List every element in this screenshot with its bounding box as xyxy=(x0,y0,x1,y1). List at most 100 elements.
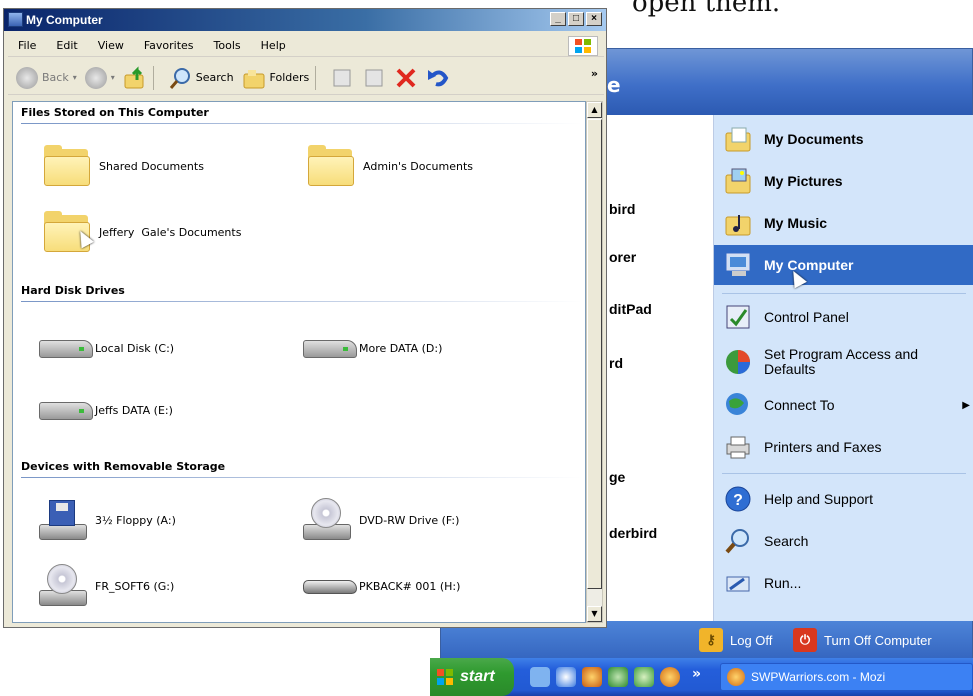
forward-button[interactable]: ▾ xyxy=(84,66,115,89)
folder-admins-documents[interactable]: Admin's Documents xyxy=(305,144,473,188)
my-music-icon xyxy=(724,209,752,237)
scroll-down-button[interactable]: ▼ xyxy=(587,606,602,622)
menu-edit[interactable]: Edit xyxy=(46,39,87,52)
vertical-scrollbar[interactable]: ▲ ▼ xyxy=(586,101,603,623)
window-title-bar[interactable]: My Computer _ □ × xyxy=(4,9,606,31)
folders-button[interactable]: Folders xyxy=(242,66,309,90)
scroll-thumb[interactable] xyxy=(587,119,602,589)
start-item-my-pictures[interactable]: My Pictures xyxy=(714,161,973,201)
delete-button[interactable] xyxy=(394,66,418,90)
key-icon: ⚷ xyxy=(699,628,723,652)
log-off-button[interactable]: ⚷ Log Off xyxy=(699,626,772,654)
maximize-button[interactable]: □ xyxy=(568,12,584,26)
submenu-arrow-icon: ▶ xyxy=(962,399,970,411)
svg-text:?: ? xyxy=(733,492,743,509)
search-button[interactable]: Search xyxy=(168,66,234,90)
drive-pkback-h[interactable]: PKBACK# 001 (H:) xyxy=(301,564,460,608)
start-item-program-access[interactable]: Set Program Access and Defaults xyxy=(714,339,973,385)
program-item[interactable]: derbird xyxy=(609,525,657,541)
start-item-control-panel[interactable]: Control Panel xyxy=(714,297,973,337)
start-item-run[interactable]: Run... xyxy=(714,563,973,603)
toolbar: Back ▾ ▾ Search Folders » xyxy=(8,61,604,95)
my-computer-icon xyxy=(724,251,752,279)
group-header-files: Files Stored on This Computer xyxy=(21,106,581,124)
hard-disk-icon xyxy=(37,326,93,370)
back-arrow-icon xyxy=(16,66,38,89)
group-header-removable: Devices with Removable Storage xyxy=(21,460,581,478)
program-item[interactable]: ditPad xyxy=(609,301,652,317)
menu-tools[interactable]: Tools xyxy=(204,39,251,52)
hard-disk-icon xyxy=(37,388,93,432)
program-item[interactable]: ge xyxy=(609,469,625,485)
copy-to-icon xyxy=(365,69,383,86)
control-panel-icon xyxy=(724,303,752,331)
undo-button[interactable] xyxy=(426,66,450,90)
move-to-icon xyxy=(333,69,351,86)
printers-icon xyxy=(724,433,752,461)
quicklaunch-firefox-icon[interactable] xyxy=(660,667,680,687)
quicklaunch-desktop-icon[interactable] xyxy=(530,667,550,687)
folder-shared-documents[interactable]: Shared Documents xyxy=(41,144,204,188)
quicklaunch-browser-icon[interactable] xyxy=(556,667,576,687)
program-item[interactable]: bird xyxy=(609,201,635,217)
quicklaunch-app-icon[interactable] xyxy=(634,667,654,687)
power-icon: ⏻ xyxy=(793,628,817,652)
group-header-hard-disks: Hard Disk Drives xyxy=(21,284,581,302)
move-to-button[interactable] xyxy=(330,66,354,90)
start-item-my-documents[interactable]: My Documents xyxy=(714,119,973,159)
help-icon: ? xyxy=(724,485,752,513)
folder-jeffery-gales-documents[interactable]: Jeffery Gale's Documents xyxy=(41,210,241,254)
folder-icon xyxy=(41,144,93,188)
up-folder-icon xyxy=(124,65,144,88)
close-button[interactable]: × xyxy=(586,12,602,26)
up-folder-button[interactable] xyxy=(123,65,147,90)
menu-bar: File Edit View Favorites Tools Help xyxy=(8,35,604,57)
quicklaunch-more-button[interactable]: » xyxy=(692,666,701,682)
taskbar-window-button[interactable]: SWPWarriors.com - Mozi xyxy=(720,663,973,691)
program-item[interactable]: orer xyxy=(609,249,636,265)
document-text: open them. xyxy=(632,0,781,18)
drive-more-data-d[interactable]: More DATA (D:) xyxy=(301,326,442,370)
connect-to-icon xyxy=(724,391,752,419)
menu-file[interactable]: File xyxy=(8,39,46,52)
start-item-printers[interactable]: Printers and Faxes xyxy=(714,427,973,467)
my-pictures-icon xyxy=(724,167,752,195)
drive-floppy-a[interactable]: 3½ Floppy (A:) xyxy=(37,498,176,542)
start-item-search[interactable]: Search xyxy=(714,521,973,561)
start-item-my-music[interactable]: My Music xyxy=(714,203,973,243)
file-list-pane: Files Stored on This Computer Shared Doc… xyxy=(12,101,586,623)
menu-help[interactable]: Help xyxy=(251,39,296,52)
drive-local-disk-c[interactable]: Local Disk (C:) xyxy=(37,326,174,370)
folder-icon xyxy=(305,144,357,188)
menu-favorites[interactable]: Favorites xyxy=(134,39,204,52)
firefox-icon xyxy=(727,668,745,686)
drive-fr-soft6-g[interactable]: FR_SOFT6 (G:) xyxy=(37,564,174,608)
undo-icon xyxy=(428,69,449,86)
menu-view[interactable]: View xyxy=(88,39,134,52)
start-menu-user-name: e xyxy=(607,73,621,97)
back-button[interactable]: Back ▾ xyxy=(16,66,77,89)
cd-drive-icon xyxy=(301,498,353,542)
start-item-my-computer[interactable]: My Computer xyxy=(714,245,973,285)
program-item[interactable]: rd xyxy=(609,355,623,371)
toolbar-overflow-icon[interactable]: » xyxy=(591,67,598,80)
start-item-connect-to[interactable]: Connect To ▶ xyxy=(714,385,973,425)
windows-flag-icon xyxy=(436,668,454,686)
search-icon xyxy=(169,67,190,89)
drive-jeffs-data-e[interactable]: Jeffs DATA (E:) xyxy=(37,388,173,432)
quicklaunch-app-icon[interactable] xyxy=(608,667,628,687)
quicklaunch-app-icon[interactable] xyxy=(582,667,602,687)
forward-arrow-icon xyxy=(84,66,107,89)
start-button[interactable]: start xyxy=(430,658,514,696)
run-icon xyxy=(724,569,752,597)
delete-x-icon xyxy=(396,68,416,87)
my-computer-icon xyxy=(8,12,23,27)
drive-dvd-rw-f[interactable]: DVD-RW Drive (F:) xyxy=(301,498,459,542)
scroll-up-button[interactable]: ▲ xyxy=(587,102,602,118)
start-item-help[interactable]: ? Help and Support xyxy=(714,479,973,519)
floppy-drive-icon xyxy=(37,498,89,542)
toolbar-separator xyxy=(315,65,317,90)
turn-off-button[interactable]: ⏻ Turn Off Computer xyxy=(793,626,932,654)
copy-to-button[interactable] xyxy=(362,66,386,90)
minimize-button[interactable]: _ xyxy=(550,12,566,26)
